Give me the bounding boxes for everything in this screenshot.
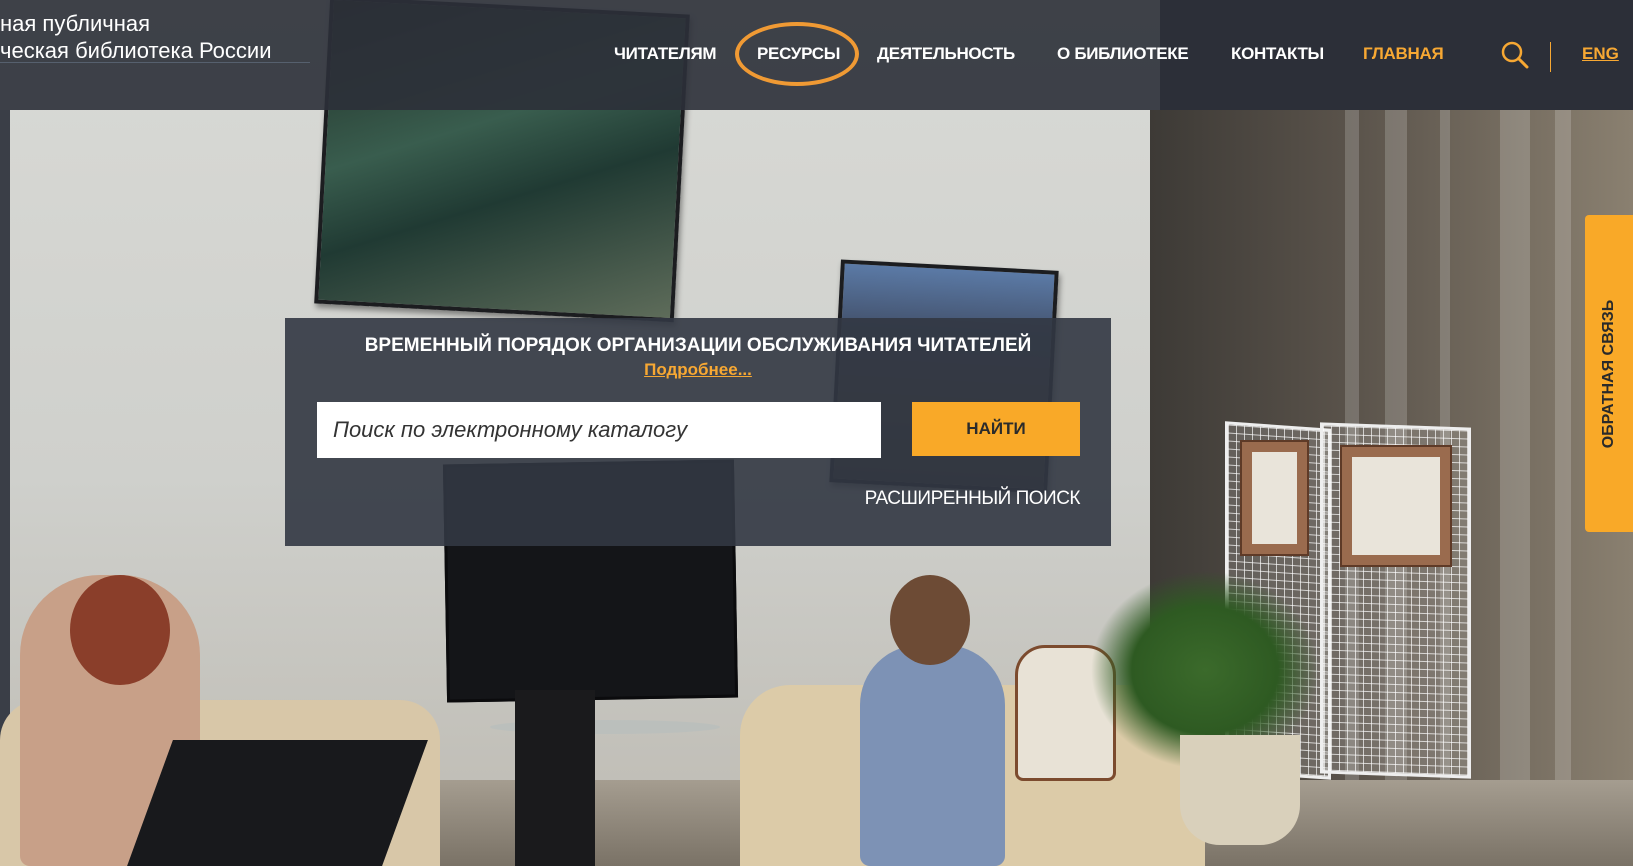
nav-home[interactable]: ГЛАВНАЯ — [1363, 44, 1444, 64]
logo-text-line2: ческая библиотека России — [0, 38, 272, 63]
framed-drawing — [1240, 440, 1309, 556]
window-stripe — [1555, 110, 1571, 866]
nav-readers[interactable]: ЧИТАТЕЛЯМ — [614, 44, 717, 64]
nav-separator — [1550, 42, 1551, 72]
window-stripe — [1500, 110, 1530, 866]
nav-activity[interactable]: ДЕЯТЕЛЬНОСТЬ — [877, 44, 1015, 64]
reader-with-book — [860, 645, 1005, 866]
reader-head — [70, 575, 170, 685]
reader-head — [890, 575, 970, 665]
site-header: ная публичная ческая библиотека России Ч… — [0, 0, 1633, 110]
search-icon[interactable] — [1500, 40, 1530, 70]
feedback-label: ОБРАТНАЯ СВЯЗЬ — [1600, 299, 1617, 448]
tv-stand — [515, 690, 595, 866]
logo-divider — [0, 62, 310, 63]
site-logo[interactable]: ная публичная ческая библиотека России — [0, 10, 272, 63]
catalog-search-input[interactable] — [317, 402, 881, 458]
find-button[interactable]: НАЙТИ — [912, 402, 1080, 456]
feedback-tab[interactable]: ОБРАТНАЯ СВЯЗЬ — [1585, 215, 1633, 532]
more-link[interactable]: Подробнее... — [285, 360, 1111, 380]
nav-about[interactable]: О БИБЛИОТЕКЕ — [1057, 44, 1189, 64]
advanced-search-link[interactable]: РАСШИРЕННЫЙ ПОИСК — [865, 488, 1081, 510]
nav-contacts[interactable]: КОНТАКТЫ — [1231, 44, 1324, 64]
notice-title: ВРЕМЕННЫЙ ПОРЯДОК ОРГАНИЗАЦИИ ОБСЛУЖИВАН… — [364, 335, 1032, 356]
framed-drawing — [1340, 445, 1452, 567]
laptop — [127, 740, 428, 866]
highlight-ring — [735, 22, 859, 86]
catalog-search-panel: ВРЕМЕННЫЙ ПОРЯДОК ОРГАНИЗАЦИИ ОБСЛУЖИВАН… — [285, 318, 1111, 546]
logo-text-line1: ная публичная — [0, 11, 151, 36]
language-switch[interactable]: ENG — [1582, 44, 1619, 64]
plant-pot — [1180, 735, 1300, 845]
